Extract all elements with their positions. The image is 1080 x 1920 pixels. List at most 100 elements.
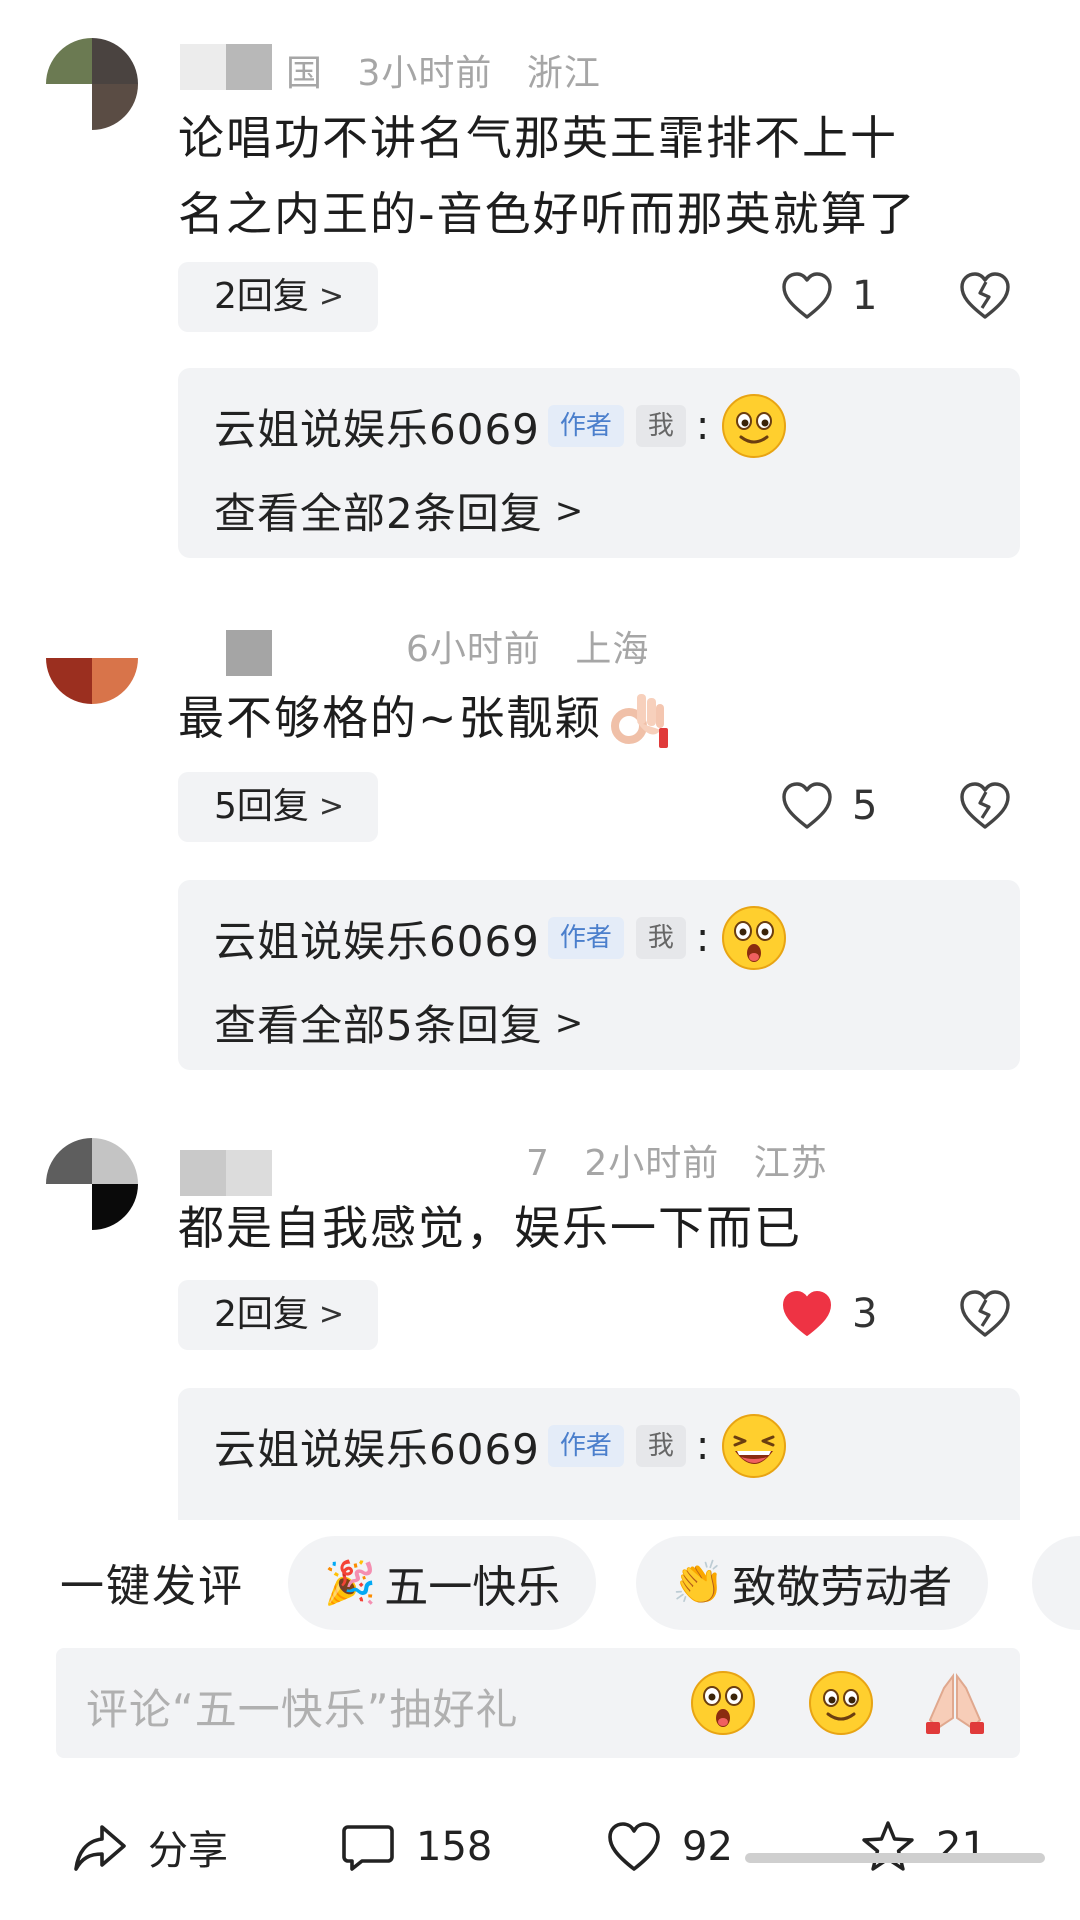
chevron-right-icon: >: [554, 490, 585, 531]
comment-text-line: 都是自我感觉，娱乐一下而已: [178, 1201, 802, 1255]
share-button[interactable]: 分享: [72, 1812, 228, 1882]
author-badge: 作者: [547, 1425, 624, 1467]
surprised-emoji-icon: [722, 906, 787, 970]
username-tail[interactable]: 国: [286, 53, 323, 94]
like-count: 5: [852, 783, 878, 829]
laughing-emoji-icon: [722, 1414, 787, 1478]
comment-time: 6小时前: [406, 629, 541, 670]
chevron-right-icon: >: [318, 1297, 345, 1332]
sub-reply-line: 云姐说娱乐6069 作者 我 :: [214, 1414, 787, 1478]
sub-reply-author[interactable]: 云姐说娱乐6069: [214, 396, 540, 457]
colon: :: [695, 403, 710, 449]
replies-count-label: 2回复: [214, 276, 309, 317]
broken-heart-icon[interactable]: [958, 1288, 1012, 1340]
comment-text-line: 最不够格的~张靓颖: [178, 691, 603, 745]
username-blurred[interactable]: [180, 44, 272, 90]
chip-label: 五一快乐: [384, 1562, 561, 1613]
heart-outline-icon: [782, 272, 832, 319]
surprised-emoji-icon[interactable]: [690, 1670, 756, 1736]
quick-comment-bar: 一键发评 🎉 五一快乐 👏 致敬劳动者: [0, 1520, 1080, 1640]
comment-location: 江苏: [753, 1143, 828, 1184]
like-count: 3: [852, 1291, 878, 1337]
comment-location: 上海: [575, 629, 650, 670]
sub-reply-box[interactable]: 云姐说娱乐6069 作者 我 : 查看全部2条回复 >: [178, 368, 1020, 558]
avatar[interactable]: [46, 38, 138, 130]
favorite-button[interactable]: 21: [860, 1812, 987, 1882]
smile-emoji-icon: [722, 394, 787, 458]
view-all-label: 查看全部2条回复: [214, 489, 543, 538]
share-label: 分享: [148, 1828, 228, 1874]
view-all-replies-link[interactable]: 查看全部2条回复 >: [214, 480, 584, 541]
avatar[interactable]: [46, 1138, 138, 1230]
sub-reply-line: 云姐说娱乐6069 作者 我 :: [214, 906, 787, 970]
sub-reply-line: 云姐说娱乐6069 作者 我 :: [214, 394, 787, 458]
comment-list-screen: 国 3小时前 浙江 论唱功不讲名气那英王霏排不上十 名之内王的-音色好听而那英就…: [0, 0, 1080, 1920]
comment-location: 浙江: [526, 53, 601, 94]
broken-heart-icon[interactable]: [958, 270, 1012, 322]
quick-chip-zhijing-laodongzhe[interactable]: 👏 致敬劳动者: [636, 1536, 989, 1630]
like-button[interactable]: 1: [780, 266, 877, 326]
comment-input-placeholder: 评论“五一快乐”抽好礼: [86, 1685, 519, 1734]
author-badge: 作者: [547, 405, 624, 447]
favorites-count: 21: [936, 1824, 987, 1870]
quick-chip-wuyi-kuaile[interactable]: 🎉 五一快乐: [288, 1536, 597, 1630]
comment-input[interactable]: 评论“五一快乐”抽好礼: [56, 1648, 1020, 1758]
me-badge: 我: [635, 405, 686, 447]
author-badge: 作者: [547, 917, 624, 959]
chevron-right-icon: >: [318, 789, 345, 824]
comment-text[interactable]: 最不够格的~张靓颖: [178, 680, 671, 756]
comment-meta: 6小时前 上海: [406, 620, 649, 672]
view-all-label: 查看全部5条回复: [214, 1001, 543, 1050]
heart-filled-icon: [783, 1291, 831, 1336]
broken-heart-icon[interactable]: [958, 780, 1012, 832]
me-badge: 我: [635, 917, 686, 959]
like-button[interactable]: 3: [780, 1284, 877, 1344]
username-tail[interactable]: 7: [526, 1143, 550, 1184]
comment-meta: 国 3小时前 浙江: [286, 44, 601, 96]
clapping-hands-icon: 👏: [672, 1558, 725, 1607]
replies-button[interactable]: 2回复 >: [178, 262, 379, 332]
replies-button[interactable]: 5回复 >: [178, 772, 379, 842]
share-arrow-icon: [74, 1825, 126, 1871]
quick-chip-more[interactable]: [1032, 1536, 1080, 1630]
chip-label: 致敬劳动者: [732, 1562, 953, 1613]
view-all-replies-link[interactable]: 查看全部5条回复 >: [214, 992, 584, 1053]
colon: :: [695, 915, 710, 961]
replies-count-label: 2回复: [214, 1294, 309, 1335]
username-blurred[interactable]: [180, 630, 272, 676]
comment-bubble-icon: [342, 1825, 394, 1871]
chevron-right-icon: >: [554, 1002, 585, 1043]
smile-emoji-icon[interactable]: [808, 1670, 874, 1736]
sub-reply-box[interactable]: 云姐说娱乐6069 作者 我 :: [178, 1388, 1020, 1520]
comment-meta: 7 2小时前 江苏: [526, 1134, 828, 1186]
colon: :: [695, 1423, 710, 1469]
comments-button[interactable]: 158: [340, 1812, 492, 1882]
praying-hands-icon[interactable]: [922, 1670, 988, 1736]
like-post-button[interactable]: 92: [606, 1812, 733, 1882]
likes-count: 92: [682, 1824, 733, 1870]
chevron-right-icon: >: [318, 279, 345, 314]
avatar[interactable]: [46, 612, 138, 704]
heart-outline-icon: [782, 782, 832, 829]
sub-reply-author[interactable]: 云姐说娱乐6069: [214, 1416, 540, 1477]
replies-count-label: 5回复: [214, 786, 309, 827]
comment-text-line: 论唱功不讲名气那英王霏排不上十: [178, 111, 898, 165]
comment-text[interactable]: 论唱功不讲名气那英王霏排不上十 名之内王的-音色好听而那英就算了: [178, 100, 917, 252]
comment-time: 2小时前: [584, 1143, 720, 1184]
like-count: 1: [852, 273, 878, 319]
like-button[interactable]: 5: [780, 776, 877, 836]
ok-hand-emoji-icon: [610, 694, 668, 748]
replies-button[interactable]: 2回复 >: [178, 1280, 379, 1350]
star-outline-icon: [862, 1821, 914, 1871]
comment-text[interactable]: 都是自我感觉，娱乐一下而已: [178, 1190, 802, 1266]
quick-comment-label: 一键发评: [60, 1561, 244, 1612]
comments-count: 158: [416, 1824, 493, 1870]
sub-reply-box[interactable]: 云姐说娱乐6069 作者 我 : 查看全部5条回复 >: [178, 880, 1020, 1070]
me-badge: 我: [635, 1425, 686, 1467]
party-popper-icon: 🎉: [324, 1558, 377, 1607]
comment-time: 3小时前: [357, 53, 493, 94]
sub-reply-author[interactable]: 云姐说娱乐6069: [214, 908, 540, 969]
home-indicator[interactable]: [745, 1853, 1045, 1863]
heart-outline-icon: [608, 1822, 660, 1871]
comment-text-line: 名之内王的-音色好听而那英就算了: [178, 187, 917, 241]
